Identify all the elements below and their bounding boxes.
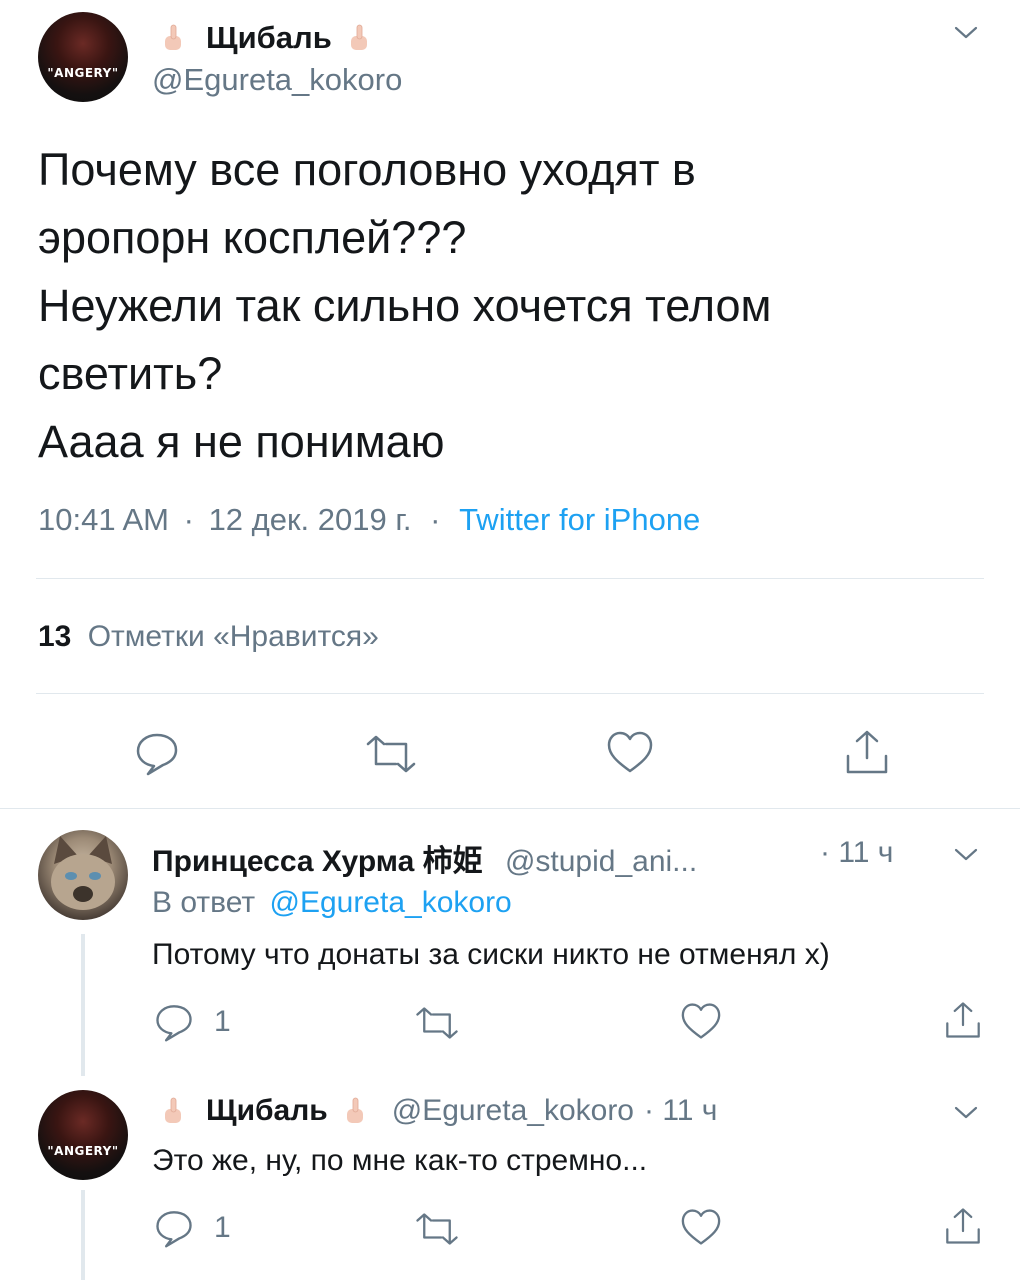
reply-icon: [154, 1208, 194, 1248]
main-author-display-name: Щибаль: [206, 20, 332, 55]
reply-action-bar: 1: [152, 1000, 992, 1044]
retweet-icon[interactable]: [414, 1006, 460, 1040]
tweet-text-line: Неужели так сильно хочется телом: [38, 280, 772, 331]
chevron-down-icon[interactable]: [952, 22, 980, 42]
tweet-source-link[interactable]: Twitter for iPhone: [459, 502, 700, 537]
thread-line: [81, 1190, 85, 1280]
middle-finger-emoji-icon: [162, 24, 184, 52]
reply-icon: [154, 1002, 194, 1042]
reply-time: · 11 ч: [644, 1094, 718, 1127]
like-icon[interactable]: [680, 1002, 722, 1040]
reply-to-prefix: В ответ: [152, 886, 256, 919]
reply-header: Щибаль @Egureta_kokoro · 11 ч: [162, 1090, 962, 1132]
reply-action-bar: 1: [152, 1206, 992, 1250]
divider: [36, 693, 984, 694]
chevron-down-icon[interactable]: [952, 1102, 980, 1122]
main-tweet-meta: 10:41 AM · 12 дек. 2019 г. · Twitter for…: [38, 502, 700, 538]
middle-finger-emoji-icon: [344, 1097, 366, 1125]
reply-author-handle[interactable]: @stupid_ani...: [505, 845, 697, 878]
likes-summary[interactable]: 13 Отметки «Нравится»: [38, 620, 379, 654]
meta-separator: ·: [430, 502, 441, 537]
tweet-text-line: Аааа я не понимаю: [38, 416, 445, 467]
likes-label: Отметки «Нравится»: [87, 620, 379, 653]
reply-author-display-name[interactable]: Щибаль: [206, 1094, 328, 1128]
reply-text: Потому что донаты за сиски никто не отме…: [152, 938, 830, 971]
reply-author-avatar[interactable]: "ANGERY": [38, 1090, 128, 1180]
reply-to-handle-link[interactable]: @Egureta_kokoro: [269, 886, 511, 919]
thread-line: [81, 934, 85, 1076]
main-author-handle[interactable]: @Egureta_kokoro: [152, 62, 402, 98]
tweet-text-line: Почему все поголовно уходят в: [38, 144, 696, 195]
reply-to-line: В ответ @Egureta_kokoro: [152, 886, 512, 920]
meta-separator: ·: [183, 502, 194, 537]
reply-button[interactable]: 1: [154, 1002, 231, 1042]
likes-count: 13: [38, 620, 72, 653]
avatar-caption: "ANGERY": [47, 1144, 119, 1159]
main-author-name-row[interactable]: Щибаль: [162, 18, 370, 58]
reply-time: · 11 ч: [820, 836, 894, 869]
reply-author-handle[interactable]: @Egureta_kokoro: [392, 1094, 634, 1128]
reply-author-avatar[interactable]: [38, 830, 128, 920]
avatar-caption: "ANGERY": [47, 66, 119, 81]
tweet-time: 10:41 AM: [38, 502, 169, 537]
reply-count: 1: [214, 1005, 231, 1038]
reply-button[interactable]: 1: [154, 1208, 231, 1248]
middle-finger-emoji-icon: [162, 1097, 184, 1125]
cat-face-icon: [51, 836, 115, 910]
retweet-icon[interactable]: [414, 1212, 460, 1246]
middle-finger-emoji-icon: [348, 24, 370, 52]
reply-text: Это же, ну, по мне как-то стремно...: [152, 1144, 648, 1177]
main-tweet-text: Почему все поголовно уходят в эропорн ко…: [38, 136, 988, 476]
divider: [36, 578, 984, 579]
reply-header: Принцесса Хурма 柿姫 @stupid_ani... · 11 ч: [152, 836, 952, 878]
share-icon[interactable]: [844, 728, 890, 776]
share-icon[interactable]: [944, 1000, 982, 1040]
reply-icon[interactable]: [134, 730, 180, 776]
retweet-icon[interactable]: [364, 734, 418, 774]
main-author-avatar[interactable]: "ANGERY": [38, 12, 128, 102]
tweet-text-line: светить?: [38, 348, 223, 399]
share-icon[interactable]: [944, 1206, 982, 1246]
reply-count: 1: [214, 1211, 231, 1244]
reply-author-display-name[interactable]: Принцесса Хурма 柿姫: [152, 845, 483, 878]
like-icon[interactable]: [680, 1208, 722, 1246]
tweet-text-line: эропорн косплей???: [38, 212, 467, 263]
like-icon[interactable]: [606, 730, 654, 774]
chevron-down-icon[interactable]: [952, 844, 980, 864]
section-separator: [0, 808, 1020, 809]
tweet-date: 12 дек. 2019 г.: [208, 502, 412, 537]
